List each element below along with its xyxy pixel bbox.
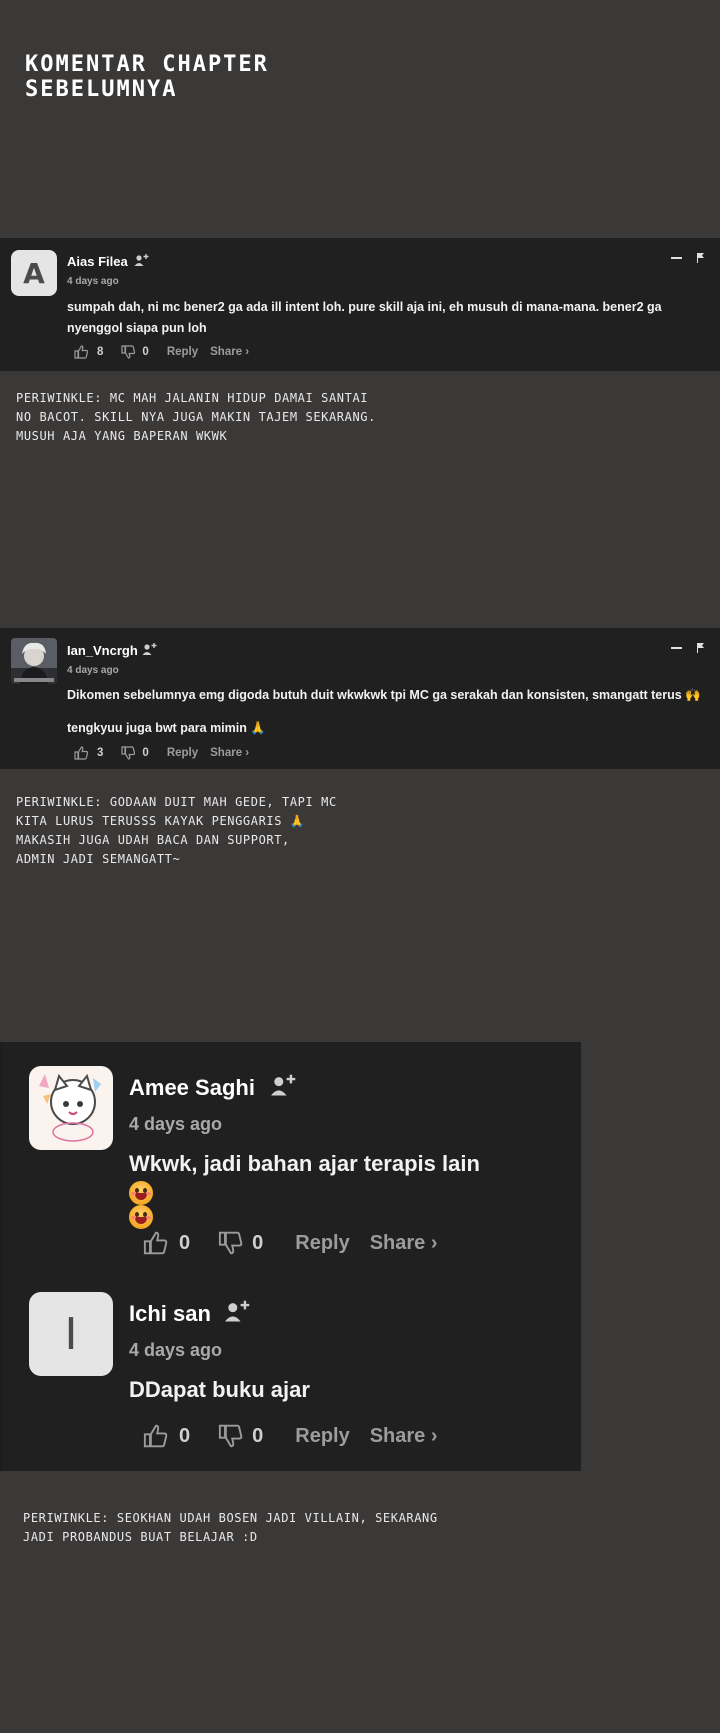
- avatar-letter: I: [64, 1308, 78, 1360]
- page-title-line-1: Komentar Chapter: [25, 52, 269, 77]
- minus-icon[interactable]: [671, 257, 682, 259]
- like-count: 8: [97, 346, 104, 358]
- thumbs-down-icon[interactable]: [218, 1424, 244, 1448]
- add-user-icon[interactable]: [142, 642, 158, 657]
- username[interactable]: Amee Saghi: [129, 1075, 255, 1101]
- reply-button[interactable]: Reply: [167, 747, 198, 759]
- like-count: 0: [179, 1231, 191, 1254]
- avatar[interactable]: [29, 1066, 113, 1150]
- like-count: 0: [179, 1424, 191, 1447]
- reply-button[interactable]: Reply: [295, 1425, 349, 1448]
- comment-body: Dikomen sebelumnya emg digoda butuh duit…: [67, 685, 701, 739]
- comment-time[interactable]: 4 days ago: [67, 276, 119, 287]
- comment-body-line: tengkyuu juga bwt para mimin 🙏: [67, 721, 266, 735]
- minus-icon[interactable]: [671, 647, 682, 649]
- comment-thread: Amee Saghi 4 days ago Wkwk, jadi bahan a…: [0, 1042, 581, 1471]
- username[interactable]: Aias Filea: [67, 254, 128, 269]
- emoji-line: [129, 1181, 480, 1229]
- thumbs-up-icon[interactable]: [74, 345, 89, 359]
- dislike-count: 0: [252, 1424, 264, 1447]
- comment-tools: [671, 252, 706, 264]
- add-user-icon[interactable]: [270, 1073, 298, 1099]
- flag-icon[interactable]: [696, 252, 706, 264]
- comment-body-line: Wkwk, jadi bahan ajar terapis lain: [129, 1151, 480, 1176]
- comment-time[interactable]: 4 days ago: [67, 665, 119, 676]
- avatar[interactable]: [11, 638, 57, 684]
- admin-reply-line: admin jadi semangatt~: [16, 852, 181, 866]
- thumbs-down-icon[interactable]: [218, 1231, 244, 1255]
- admin-reply-line: no bacot. Skill nya juga makin tajem sek…: [16, 410, 376, 424]
- thumbs-down-icon[interactable]: [121, 746, 136, 760]
- reply-button[interactable]: Reply: [167, 346, 198, 358]
- admin-reply-line: jadi probandus buat belajar :D: [23, 1530, 258, 1544]
- comment-body: Wkwk, jadi bahan ajar terapis lain: [129, 1149, 480, 1229]
- reply-button[interactable]: Reply: [295, 1232, 349, 1255]
- admin-reply-line: Periwinkle: Seokhan udah bosen jadi vill…: [23, 1511, 438, 1525]
- avatar[interactable]: A: [11, 250, 57, 296]
- comment-actions: 8 0 Reply Share ›: [74, 345, 249, 359]
- add-user-icon[interactable]: [134, 253, 150, 268]
- comment-time[interactable]: 4 days ago: [129, 1340, 222, 1361]
- admin-reply-line: kita lurus terusss kayak penggaris 🙏: [16, 814, 306, 828]
- admin-reply-line: Periwinkle: Godaan duit mah gede, tapi M…: [16, 795, 337, 809]
- share-button[interactable]: Share ›: [210, 346, 249, 358]
- avatar[interactable]: I: [29, 1292, 113, 1376]
- comment-card: Ian_Vncrgh 4 days ago Dikomen sebelumnya…: [0, 628, 720, 769]
- like-count: 3: [97, 747, 104, 759]
- dislike-count: 0: [142, 346, 149, 358]
- comment-actions: 0 0 Reply Share ›: [143, 1424, 438, 1448]
- admin-reply: Periwinkle: MC mah jalanin hidup damai s…: [16, 389, 376, 446]
- thumbs-up-icon[interactable]: [143, 1231, 169, 1255]
- comment-time[interactable]: 4 days ago: [129, 1114, 222, 1135]
- comment-actions: 0 0 Reply Share ›: [143, 1231, 438, 1255]
- grinning-face-icon: [129, 1205, 153, 1229]
- grinning-face-icon: [129, 1181, 153, 1205]
- dislike-count: 0: [142, 747, 149, 759]
- comment-body: DDapat buku ajar: [129, 1377, 310, 1402]
- admin-reply-line: Musuh aja yang baperan wkwk: [16, 429, 228, 443]
- comment-body: sumpah dah, ni mc bener2 ga ada ill inte…: [67, 297, 662, 339]
- share-button[interactable]: Share ›: [370, 1232, 438, 1255]
- comment-body-line: sumpah dah, ni mc bener2 ga ada ill inte…: [67, 300, 662, 314]
- share-button[interactable]: Share ›: [210, 747, 249, 759]
- add-user-icon[interactable]: [224, 1299, 252, 1325]
- comment-card: A Aias Filea 4 days ago sumpah dah, ni m…: [0, 238, 720, 371]
- dislike-count: 0: [252, 1231, 264, 1254]
- avatar-letter: A: [23, 256, 45, 290]
- username[interactable]: Ian_Vncrgh: [67, 643, 138, 658]
- admin-reply-line: Makasih juga udah baca dan support,: [16, 833, 290, 847]
- username[interactable]: Ichi san: [129, 1301, 211, 1327]
- admin-reply-line: Periwinkle: MC mah jalanin hidup damai s…: [16, 391, 369, 405]
- comment-body-line: Dikomen sebelumnya emg digoda butuh duit…: [67, 688, 701, 702]
- admin-reply: Periwinkle: Seokhan udah bosen jadi vill…: [23, 1509, 438, 1547]
- admin-reply: Periwinkle: Godaan duit mah gede, tapi M…: [16, 793, 337, 869]
- flag-icon[interactable]: [696, 642, 706, 654]
- page-title: Komentar Chapter Sebelumnya: [25, 52, 269, 102]
- comment-tools: [671, 642, 706, 654]
- thumbs-up-icon[interactable]: [143, 1424, 169, 1448]
- comment-body-line: nyenggol siapa pun loh: [67, 321, 207, 335]
- page-title-line-2: Sebelumnya: [25, 77, 178, 102]
- thumbs-up-icon[interactable]: [74, 746, 89, 760]
- share-button[interactable]: Share ›: [370, 1425, 438, 1448]
- thumbs-down-icon[interactable]: [121, 345, 136, 359]
- comment-actions: 3 0 Reply Share ›: [74, 746, 249, 760]
